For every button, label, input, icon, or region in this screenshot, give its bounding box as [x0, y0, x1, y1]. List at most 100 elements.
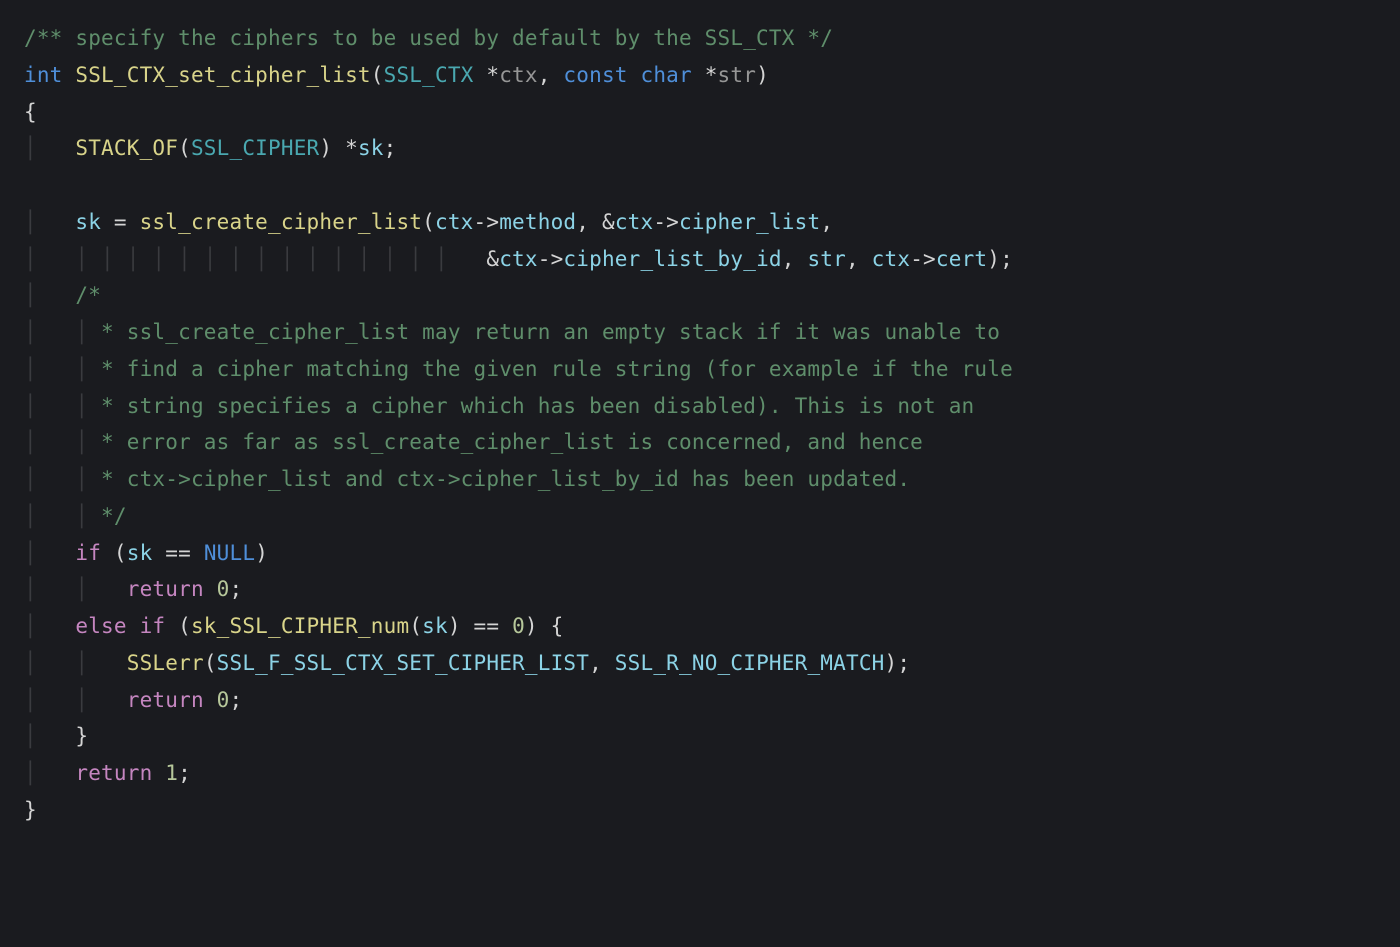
var-name: ctx [615, 210, 654, 234]
comma: , [538, 63, 551, 87]
indent-guide: │ [24, 136, 75, 160]
comment-line: * ctx->cipher_list and ctx->cipher_list_… [88, 467, 910, 491]
rparen: ) [987, 247, 1000, 271]
lparen: ( [204, 651, 217, 675]
op-arrow: -> [653, 210, 679, 234]
rparen: ) [255, 541, 268, 565]
semi: ; [178, 761, 191, 785]
star: * [345, 136, 358, 160]
semi: ; [230, 577, 243, 601]
keyword-if: if [140, 614, 166, 638]
op-arrow: -> [910, 247, 936, 271]
param-type: SSL_CTX [384, 63, 474, 87]
op-assign: = [114, 210, 127, 234]
code-block: /** specify the ciphers to be used by de… [24, 20, 1376, 829]
member: cipher_list_by_id [563, 247, 781, 271]
rparen: ) [448, 614, 461, 638]
rparen: ) [525, 614, 538, 638]
var-name: ctx [872, 247, 911, 271]
const-name: SSL_F_SSL_CTX_SET_CIPHER_LIST [217, 651, 589, 675]
lparen: ( [371, 63, 384, 87]
comma: , [782, 247, 795, 271]
op-arrow: -> [538, 247, 564, 271]
num-literal: 0 [217, 577, 230, 601]
comment-line: */ [88, 504, 127, 528]
indent-guide: │ [75, 320, 88, 344]
comma: , [576, 210, 589, 234]
op-eq: == [165, 541, 191, 565]
star: * [705, 63, 718, 87]
function-name: SSL_CTX_set_cipher_list [75, 63, 370, 87]
lparen: ( [114, 541, 127, 565]
comment-line: /** specify the ciphers to be used by de… [24, 26, 833, 50]
indent-guide: │ [24, 614, 75, 638]
indent-guide: │ [24, 724, 75, 748]
type-name: SSL_CIPHER [191, 136, 319, 160]
indent-guide: │ │ [24, 577, 127, 601]
comment-line: * string specifies a cipher which has be… [88, 394, 974, 418]
comma: , [846, 247, 859, 271]
indent-guide: │ │ │ │ │ │ │ │ │ │ │ │ │ │ │ │ [24, 247, 486, 271]
indent-guide: │ [24, 357, 75, 381]
var-name: sk [75, 210, 101, 234]
member: cert [936, 247, 987, 271]
star: * [486, 63, 499, 87]
comment-line: * error as far as ssl_create_cipher_list… [88, 430, 923, 454]
keyword-return: return [127, 688, 204, 712]
macro-call: STACK_OF [75, 136, 178, 160]
param-name: str [718, 63, 757, 87]
var-name: sk [358, 136, 384, 160]
var-name: sk [422, 614, 448, 638]
keyword-else: else [75, 614, 126, 638]
indent-guide: │ [24, 210, 75, 234]
semi: ; [1000, 247, 1013, 271]
comment-line: /* [75, 283, 101, 307]
keyword-if: if [75, 541, 101, 565]
comma: , [820, 210, 833, 234]
keyword-return: return [75, 761, 152, 785]
indent-guide: │ [75, 357, 88, 381]
indent-guide: │ [24, 320, 75, 344]
lparen: ( [178, 614, 191, 638]
var-name: sk [127, 541, 153, 565]
semi: ; [384, 136, 397, 160]
comment-line: * find a cipher matching the given rule … [88, 357, 1013, 381]
semi: ; [230, 688, 243, 712]
comma: , [589, 651, 602, 675]
indent-guide: │ [75, 394, 88, 418]
lparen: ( [409, 614, 422, 638]
rparen: ) [319, 136, 332, 160]
rparen: ) [756, 63, 769, 87]
indent-guide: │ [24, 394, 75, 418]
num-literal: 1 [165, 761, 178, 785]
var-name: ctx [435, 210, 474, 234]
indent-guide: │ [75, 467, 88, 491]
rparen: ) [885, 651, 898, 675]
op-arrow: -> [474, 210, 500, 234]
indent-guide: │ [24, 504, 75, 528]
brace-open: { [24, 100, 37, 124]
keyword-char: char [640, 63, 691, 87]
null-literal: NULL [204, 541, 255, 565]
indent-guide: │ │ [24, 651, 127, 675]
indent-guide: │ [24, 283, 75, 307]
indent-guide: │ [24, 541, 75, 565]
func-call: SSLerr [127, 651, 204, 675]
indent-guide: │ │ [24, 688, 127, 712]
const-name: SSL_R_NO_CIPHER_MATCH [615, 651, 885, 675]
op-eq: == [474, 614, 500, 638]
lparen: ( [422, 210, 435, 234]
var-name: str [807, 247, 846, 271]
indent-guide: │ [75, 430, 88, 454]
indent-guide: │ [24, 467, 75, 491]
param-name: ctx [499, 63, 538, 87]
num-literal: 0 [512, 614, 525, 638]
func-call: sk_SSL_CIPHER_num [191, 614, 409, 638]
return-type: int [24, 63, 63, 87]
indent-guide: │ [75, 504, 88, 528]
member: cipher_list [679, 210, 820, 234]
op-amp: & [486, 247, 499, 271]
func-call: ssl_create_cipher_list [140, 210, 423, 234]
brace-close: } [75, 724, 88, 748]
indent-guide: │ [24, 761, 75, 785]
